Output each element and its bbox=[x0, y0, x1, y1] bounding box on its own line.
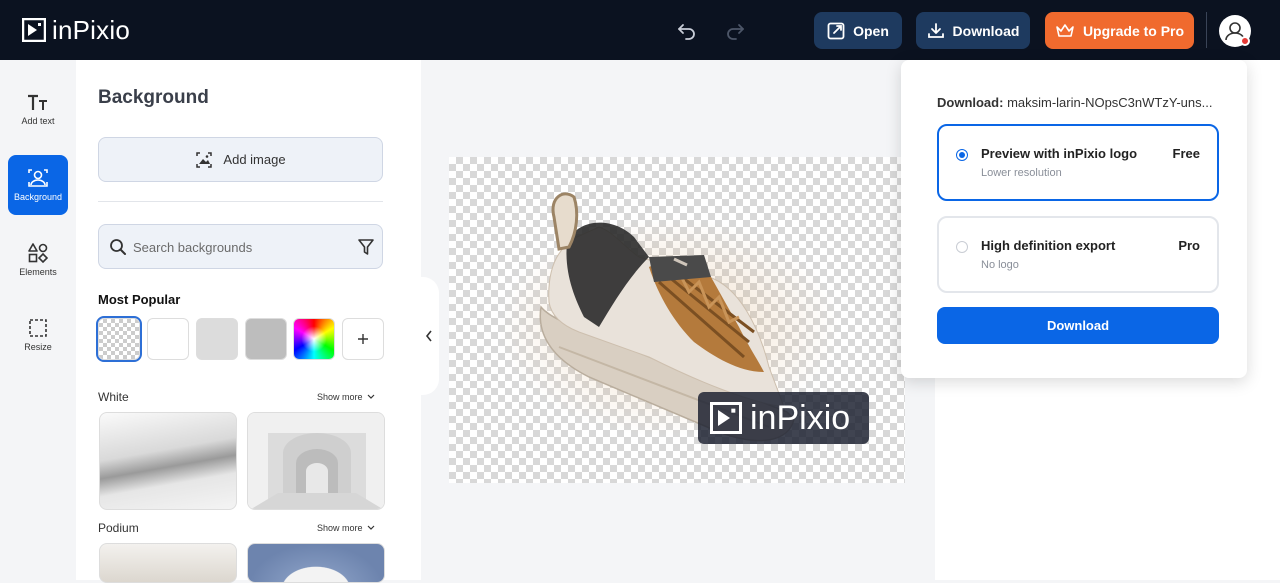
add-image-icon bbox=[196, 151, 213, 168]
add-image-label: Add image bbox=[223, 152, 286, 167]
bg-thumb-white-arches[interactable] bbox=[247, 412, 385, 510]
logo-text: inPixio bbox=[52, 14, 130, 45]
download-top-label: Download bbox=[952, 22, 1020, 39]
swatch-white[interactable] bbox=[147, 318, 189, 360]
option-preview-with-logo[interactable]: Preview with inPixio logo Lower resoluti… bbox=[937, 124, 1219, 201]
search-icon bbox=[110, 239, 126, 255]
option-title: Preview with inPixio logo bbox=[981, 146, 1138, 161]
category-label-podium: Podium bbox=[98, 521, 139, 535]
app-logo[interactable]: inPixio bbox=[22, 14, 130, 45]
rail-item-resize[interactable]: Resize bbox=[8, 305, 68, 365]
rail-label-add-text: Add text bbox=[21, 116, 55, 126]
logo-mark-icon bbox=[22, 18, 46, 42]
bg-thumb-white-dunes[interactable] bbox=[99, 412, 237, 510]
watermark-text: inPixio bbox=[750, 398, 851, 437]
background-panel: Background Add image Most Popular White … bbox=[76, 60, 421, 583]
watermark-logo-icon bbox=[710, 402, 742, 434]
open-label: Open bbox=[853, 22, 889, 39]
tool-rail: Add text Background Elements Resize bbox=[0, 60, 76, 580]
topbar-divider bbox=[1206, 12, 1207, 48]
rail-item-elements[interactable]: Elements bbox=[8, 230, 68, 290]
watermark: inPixio bbox=[698, 392, 869, 444]
rail-label-background: Background bbox=[13, 192, 63, 202]
option-tag-pro: Pro bbox=[1178, 238, 1200, 253]
undo-icon[interactable] bbox=[677, 20, 697, 40]
upgrade-label: Upgrade to Pro bbox=[1082, 22, 1185, 39]
option-subtitle: Lower resolution bbox=[981, 167, 1062, 179]
rail-label-resize: Resize bbox=[24, 342, 52, 352]
chevron-left-icon bbox=[425, 330, 432, 342]
show-more-podium-label: Show more bbox=[317, 523, 363, 533]
plus-icon bbox=[358, 334, 368, 344]
redo-icon[interactable] bbox=[725, 20, 745, 40]
show-more-podium[interactable]: Show more bbox=[317, 523, 375, 533]
bg-thumb-podium-2[interactable] bbox=[247, 543, 385, 583]
option-title: High definition export bbox=[981, 238, 1116, 253]
open-button[interactable]: Open bbox=[814, 12, 902, 49]
upgrade-button[interactable]: Upgrade to Pro bbox=[1045, 12, 1194, 49]
swatch-color-picker[interactable] bbox=[293, 318, 335, 360]
show-more-white[interactable]: Show more bbox=[317, 392, 375, 402]
option-tag-free: Free bbox=[1172, 146, 1200, 161]
filter-icon[interactable] bbox=[357, 238, 375, 256]
elements-icon bbox=[28, 243, 48, 263]
download-filename: maksim-larin-NOpsC3nWTzY-uns... bbox=[1007, 95, 1213, 110]
radio-preview[interactable] bbox=[956, 149, 968, 161]
rail-label-elements: Elements bbox=[19, 267, 57, 277]
most-popular-title: Most Popular bbox=[98, 292, 181, 307]
option-hd-export[interactable]: High definition export No logo Pro bbox=[937, 216, 1219, 293]
crown-icon bbox=[1056, 23, 1074, 37]
download-heading: Download: maksim-larin-NOpsC3nWTzY-uns..… bbox=[937, 95, 1212, 110]
resize-icon bbox=[29, 319, 47, 337]
background-icon bbox=[28, 169, 48, 187]
swatch-light-gray[interactable] bbox=[196, 318, 238, 360]
swatch-transparent[interactable] bbox=[96, 316, 142, 362]
chevron-down-icon bbox=[367, 525, 374, 530]
download-confirm-button[interactable]: Download bbox=[937, 307, 1219, 344]
search-box bbox=[98, 224, 383, 269]
arches-thumb-image bbox=[248, 413, 384, 509]
search-input[interactable] bbox=[133, 236, 343, 258]
bg-thumb-podium-1[interactable] bbox=[99, 543, 237, 583]
add-image-button[interactable]: Add image bbox=[98, 137, 383, 182]
download-top-button[interactable]: Download bbox=[916, 12, 1030, 49]
rail-item-add-text[interactable]: Add text bbox=[8, 80, 68, 140]
chevron-down-icon bbox=[367, 394, 374, 399]
radio-hd[interactable] bbox=[956, 241, 968, 253]
open-icon bbox=[827, 22, 845, 39]
swatch-gray[interactable] bbox=[245, 318, 287, 360]
panel-divider bbox=[98, 201, 383, 202]
download-heading-label: Download: bbox=[937, 95, 1004, 110]
panel-title: Background bbox=[98, 87, 209, 108]
notification-dot bbox=[1240, 36, 1250, 46]
show-more-white-label: Show more bbox=[317, 392, 363, 402]
rail-item-background[interactable]: Background bbox=[8, 155, 68, 215]
collapse-panel-button[interactable] bbox=[419, 277, 439, 395]
download-icon bbox=[927, 22, 944, 38]
option-subtitle: No logo bbox=[981, 259, 1019, 271]
text-icon bbox=[28, 94, 47, 110]
top-bar: inPixio Open Download Upgrade to Pro bbox=[0, 0, 1280, 60]
download-dropdown: Download: maksim-larin-NOpsC3nWTzY-uns..… bbox=[901, 60, 1247, 378]
add-swatch-button[interactable] bbox=[342, 318, 384, 360]
category-label-white: White bbox=[98, 390, 129, 404]
